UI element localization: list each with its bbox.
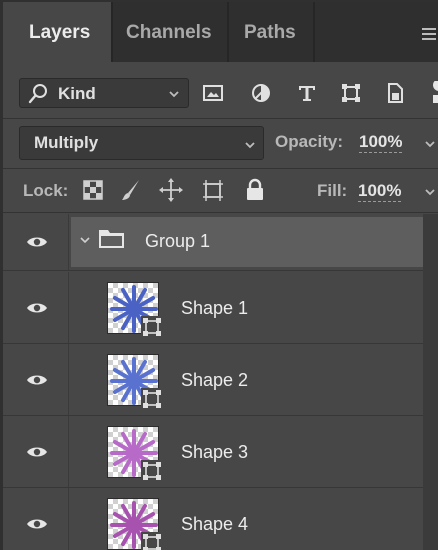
visibility-cell [3,272,69,343]
filter-kind-select[interactable]: Kind [19,78,189,108]
opacity-label: Opacity: [275,132,344,151]
lock-image-pixels-icon[interactable] [119,177,143,203]
layer-group-row[interactable]: Group 1 [3,214,423,271]
section-divider [3,118,438,119]
eye-icon[interactable] [26,373,48,387]
lock-position-icon[interactable] [159,177,183,203]
layer-name[interactable]: Shape 2 [181,370,248,391]
shape-layer-badge-icon [141,316,163,338]
fill-chevron-down-icon[interactable] [424,186,436,198]
filter-kind-label: Kind [58,84,96,103]
panel-tab-bar: Layers Channels Paths [3,2,438,62]
chevron-down-icon[interactable] [79,234,91,246]
group-name[interactable]: Group 1 [145,231,210,252]
visibility-cell [3,344,69,415]
tab-paths[interactable]: Paths [229,2,313,62]
lock-label: Lock: [23,181,69,200]
section-divider [3,168,438,169]
eye-icon[interactable] [26,445,48,459]
shape-layer-badge-icon [141,460,163,482]
opacity-input[interactable]: 100% [359,132,403,153]
folder-icon [99,230,124,248]
visibility-cell [3,214,69,270]
layer-row[interactable]: Shape 1 [3,272,423,344]
shape-layer-badge-icon [141,532,163,550]
blend-mode-select[interactable]: Multiply [19,126,264,160]
chevron-down-icon [245,142,255,149]
smart-object-filter-icon[interactable] [383,81,407,105]
layer-row[interactable]: Shape 3 [3,416,423,488]
visibility-cell [3,488,69,550]
search-icon [28,84,47,104]
filter-toggle-icon[interactable] [423,81,438,105]
section-divider [3,212,438,213]
layers-panel: Layers Channels Paths Kind Multiply Opac… [0,0,438,550]
layer-name[interactable]: Shape 1 [181,298,248,319]
blend-mode-value: Multiply [34,133,99,152]
lock-transparent-pixels-icon[interactable] [81,177,105,203]
layer-name[interactable]: Shape 3 [181,442,248,463]
pixel-layer-filter-icon[interactable] [201,81,225,105]
lock-all-icon[interactable] [243,177,267,203]
layers-scroll-track[interactable] [423,214,438,550]
fill-label: Fill: [317,181,348,200]
opacity-chevron-down-icon[interactable] [424,138,436,150]
type-layer-filter-icon[interactable] [295,81,319,105]
shape-layer-filter-icon[interactable] [339,81,363,105]
visibility-cell [3,416,69,487]
adjustment-layer-filter-icon[interactable] [249,81,273,105]
layer-name[interactable]: Shape 4 [181,514,248,535]
tab-layers[interactable]: Layers [3,2,111,62]
panel-menu-icon[interactable] [422,28,436,40]
layer-row[interactable]: Shape 2 [3,344,423,416]
tab-divider [313,2,315,62]
lock-artboard-icon[interactable] [201,177,225,203]
fill-input[interactable]: 100% [358,181,402,202]
chevron-down-icon [169,91,179,98]
eye-icon[interactable] [26,235,48,249]
layer-row[interactable]: Shape 4 [3,488,423,550]
shape-layer-badge-icon [141,388,163,410]
eye-icon[interactable] [26,301,48,315]
tab-channels[interactable]: Channels [113,2,227,62]
eye-icon[interactable] [26,517,48,531]
